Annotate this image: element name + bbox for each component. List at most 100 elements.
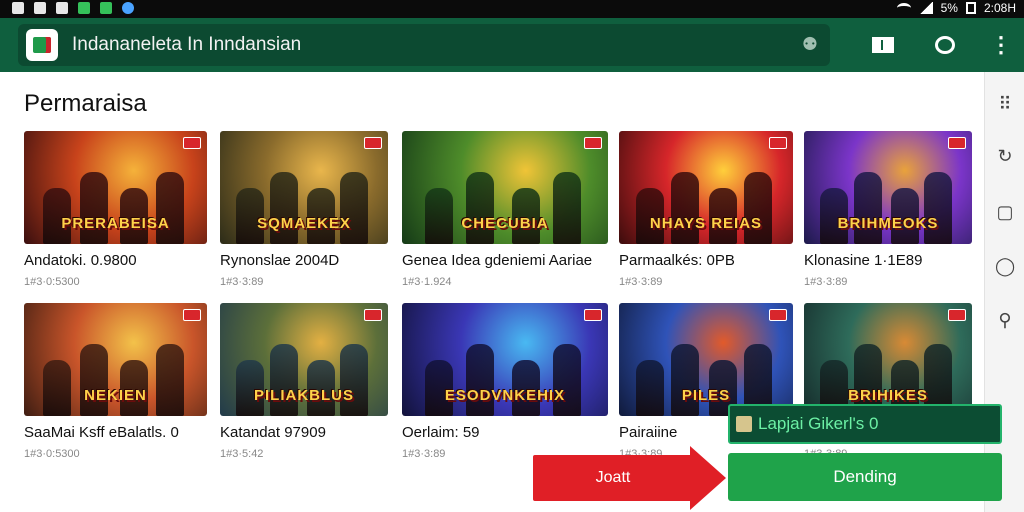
system-icons: 5% 2:08H xyxy=(896,1,1016,15)
messaging-icon xyxy=(100,2,112,14)
flag-icon xyxy=(948,309,966,321)
game-logo-text: NEKIEN xyxy=(84,387,147,404)
game-card[interactable]: NEKIEN SaaMai Ksff eBalatls. 0 1#3·0:5300 xyxy=(24,303,207,460)
game-title: Katandat 97909 xyxy=(220,424,326,441)
flag-icon xyxy=(183,137,201,149)
game-thumbnail[interactable]: SQMAEKEX xyxy=(220,131,388,244)
promo-icon xyxy=(736,416,752,432)
game-thumbnail[interactable]: NEKIEN xyxy=(24,303,207,416)
arrow-right-icon xyxy=(690,446,726,510)
notification-icon xyxy=(56,2,68,14)
square-icon[interactable]: ▢ xyxy=(995,202,1015,222)
library-button[interactable] xyxy=(866,28,900,62)
app-bar: Indananeleta In Inndansian ⚉ ⋮ xyxy=(0,18,1024,72)
app-icon xyxy=(122,2,134,14)
side-rail: ⠿ ↻ ▢ ◯ ⚲ xyxy=(984,72,1024,512)
game-logo-text: BRIHMEOKS xyxy=(837,215,939,232)
chat-button[interactable] xyxy=(928,28,962,62)
character-art xyxy=(156,344,185,416)
search-icon[interactable]: ⚲ xyxy=(995,310,1015,330)
character-art xyxy=(552,344,581,416)
character-art xyxy=(340,172,369,244)
app-logo-icon[interactable] xyxy=(26,29,58,61)
game-card[interactable]: PILIAKBLUS Katandat 97909 1#3·5:42 xyxy=(220,303,388,460)
game-card[interactable]: BRIHMEOKS Klonasine 1·1E89 1#3·3:89 xyxy=(804,131,972,288)
character-art xyxy=(269,344,298,416)
voice-search-icon[interactable]: ⚉ xyxy=(802,34,818,55)
signal-icon xyxy=(918,2,933,14)
app-title: Indananeleta In Inndansian xyxy=(72,34,302,55)
notification-icon xyxy=(12,2,24,14)
flag-icon xyxy=(769,309,787,321)
grid-icon[interactable]: ⠿ xyxy=(995,94,1015,114)
flag-icon xyxy=(769,137,787,149)
wifi-icon xyxy=(896,3,911,13)
character-art xyxy=(466,172,495,244)
game-card[interactable]: SQMAEKEX Rynonslae 2004D 1#3·3:89 xyxy=(220,131,388,288)
game-meta: 1#3·0:5300 xyxy=(24,448,80,460)
character-art xyxy=(269,172,298,244)
character-art xyxy=(671,344,700,416)
character-art xyxy=(552,172,581,244)
character-art xyxy=(853,172,882,244)
game-title: SaaMai Ksff eBalatls. 0 xyxy=(24,424,179,441)
search-bar[interactable]: Indananeleta In Inndansian ⚉ xyxy=(18,24,830,66)
promo-label: Lapjai Gikerl's 0 xyxy=(758,414,879,433)
character-art xyxy=(924,172,953,244)
comment-icon[interactable]: ◯ xyxy=(995,256,1015,276)
character-art xyxy=(671,172,700,244)
chat-bubble-icon xyxy=(935,36,955,54)
game-card[interactable]: CHECUBIA Genea Idea gdeniemi Aariae 1#3·1.… xyxy=(402,131,608,288)
game-meta: 1#3·0:5300 xyxy=(24,276,80,288)
game-thumbnail[interactable]: BRIHIKES xyxy=(804,303,972,416)
game-logo-text: PRERABEISA xyxy=(61,215,170,232)
flag-icon xyxy=(948,137,966,149)
game-meta: 1#3·5:42 xyxy=(220,448,264,460)
more-options-button[interactable]: ⋮ xyxy=(984,28,1018,62)
flag-icon xyxy=(364,309,382,321)
game-title: Rynonslae 2004D xyxy=(220,252,340,269)
game-card[interactable]: PRERABEISA Andatoki. 0.9800 1#3·0:5300 xyxy=(24,131,207,288)
game-thumbnail[interactable]: NHAYS REIAS xyxy=(619,131,793,244)
game-thumbnail[interactable]: PILIAKBLUS xyxy=(220,303,388,416)
game-thumbnail[interactable]: ESODVNKEHIX xyxy=(402,303,608,416)
game-thumbnail[interactable]: PRERABEISA xyxy=(24,131,207,244)
game-logo-text: NHAYS REIAS xyxy=(649,215,763,232)
game-logo-text: PILIAKBLUS xyxy=(254,387,354,404)
character-art xyxy=(79,344,108,416)
battery-percent: 5% xyxy=(940,1,958,15)
game-meta: 1#3·3:89 xyxy=(220,276,264,288)
pending-button[interactable]: Dending xyxy=(728,453,1002,501)
flag-icon xyxy=(364,137,382,149)
notification-icons xyxy=(12,2,134,14)
section-title: Permaraisa xyxy=(24,90,147,117)
book-icon xyxy=(872,37,894,53)
clock: 2:08H xyxy=(983,1,1016,15)
game-title: Andatoki. 0.9800 xyxy=(24,252,137,269)
flag-icon xyxy=(584,309,602,321)
game-thumbnail[interactable]: PILES xyxy=(619,303,793,416)
promo-button[interactable]: Lapjai Gikerl's 0 xyxy=(728,404,1002,444)
pending-label: Dending xyxy=(833,467,897,486)
character-art xyxy=(466,344,495,416)
character-art xyxy=(340,344,369,416)
notification-icon xyxy=(34,2,46,14)
game-meta: 1#3·1.924 xyxy=(402,276,452,288)
game-thumbnail[interactable]: CHECUBIA xyxy=(402,131,608,244)
game-card[interactable]: NHAYS REIAS Parmaalkés: 0PB 1#3·3:89 xyxy=(619,131,793,288)
game-meta: 1#3·3:89 xyxy=(804,276,848,288)
status-bar: 5% 2:08H xyxy=(0,0,1024,18)
refresh-icon[interactable]: ↻ xyxy=(995,146,1015,166)
game-title: Parmaalkés: 0PB xyxy=(619,252,735,269)
flag-icon xyxy=(584,137,602,149)
game-logo-text: ESODVNKEHIX xyxy=(444,387,566,404)
game-title: Klonasine 1·1E89 xyxy=(804,252,923,269)
join-button[interactable]: Joatt xyxy=(533,455,693,501)
game-card[interactable]: ESODVNKEHIX Oerlaim: 59 1#3·3:89 xyxy=(402,303,608,460)
game-logo-text: CHECUBIA xyxy=(461,215,549,232)
game-thumbnail[interactable]: BRIHMEOKS xyxy=(804,131,972,244)
flag-icon xyxy=(183,309,201,321)
battery-icon xyxy=(965,2,976,14)
character-art xyxy=(744,172,773,244)
game-logo-text: PILES xyxy=(681,387,731,404)
